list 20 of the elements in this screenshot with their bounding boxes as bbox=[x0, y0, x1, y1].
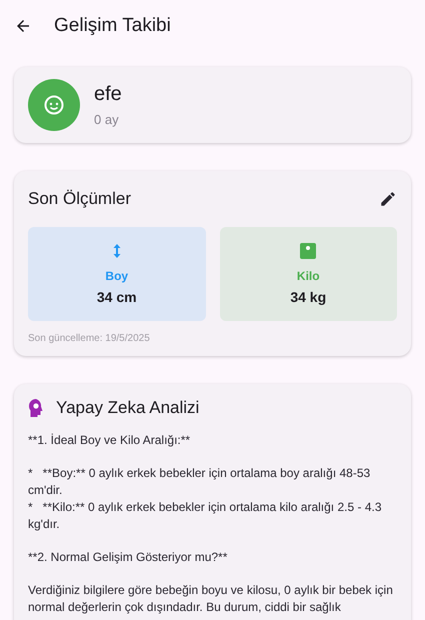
section-title: Yapay Zeka Analizi bbox=[56, 398, 200, 418]
analysis-text: * **Boy:** 0 aylık erkek bebekler için ortalama boy aralığı 48-53 cm'dir. bbox=[28, 465, 372, 499]
analysis-text: Verdiğiniz bilgilere göre bebeğin boyu ve kilosu, 0 aylık bir bebek için normal değerlerin çok dışındadır. Bu durum, ciddi bir sağlık bbox=[28, 582, 394, 616]
head-bulb-icon bbox=[28, 399, 44, 417]
measurement-value: 34 kg bbox=[290, 289, 326, 305]
child-name: efe bbox=[94, 83, 122, 106]
analysis-text: * **Kilo:** 0 aylık erkek bebekler için ortalama kilo aralığı 2.5 - 4.3 kg'dır. bbox=[28, 499, 383, 533]
baby-face-icon bbox=[28, 79, 80, 131]
page-title: Gelişim Takibi bbox=[54, 15, 171, 37]
scale-icon bbox=[300, 243, 316, 259]
measurement-label: Boy bbox=[105, 269, 128, 283]
measurement-label: Kilo bbox=[296, 269, 320, 283]
last-updated-text: Son güncelleme: 19/5/2025 bbox=[28, 333, 151, 344]
section-title: Son Ölçümler bbox=[28, 189, 131, 209]
edit-pencil-icon[interactable] bbox=[379, 190, 397, 208]
child-age: 0 ay bbox=[94, 112, 120, 127]
analysis-text: **1. İdeal Boy ve Kilo Aralığı:** bbox=[28, 432, 192, 449]
analysis-text: **2. Normal Gelişim Gösteriyor mu?** bbox=[28, 549, 228, 566]
measurement-value: 34 cm bbox=[96, 289, 137, 305]
vertical-arrows-icon bbox=[112, 243, 122, 259]
